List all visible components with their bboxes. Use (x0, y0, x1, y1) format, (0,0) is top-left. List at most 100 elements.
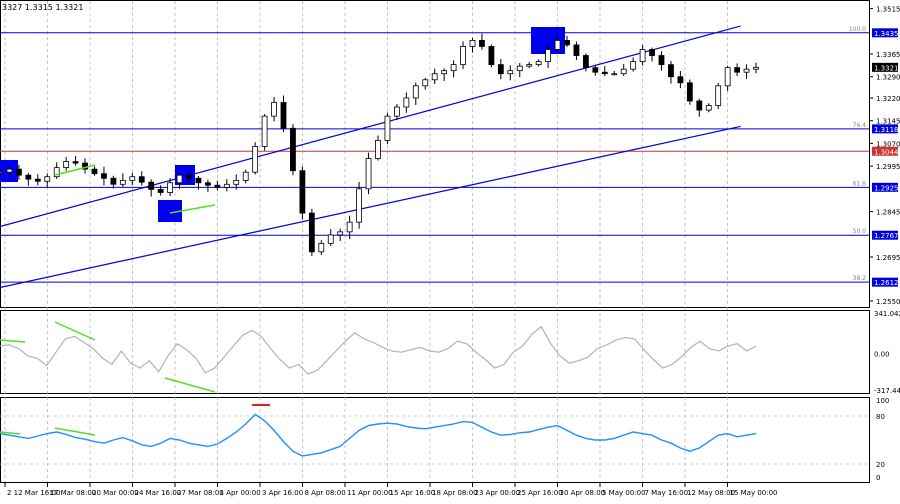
candle-body (724, 67, 731, 87)
x-tick-label: 30 Apr 08:00 (560, 489, 606, 497)
candle-body (308, 212, 315, 253)
candle-body (431, 73, 438, 81)
rsi-tick-label: 0 (876, 474, 880, 482)
header-readout: 3327 1.3315 1.3321 (2, 3, 83, 12)
candle-body (620, 68, 627, 75)
rsi-tick-label: 80 (876, 413, 885, 421)
divergence-line (164, 377, 216, 393)
x-tick-label: 20 Mar 00:00 (92, 489, 139, 497)
x-tick-label: 25 Apr 16:00 (517, 489, 563, 497)
x-tick-label: 24 Mar 16:00 (135, 489, 182, 497)
candle-body (375, 139, 381, 159)
candle-body (450, 64, 457, 72)
x-tick-label: 12 May 08:00 (687, 489, 735, 497)
level-price-value: 1.3044 (874, 148, 899, 156)
main-panel-frame (0, 0, 870, 308)
candle-body (696, 100, 703, 111)
vertical-grid (4, 1, 728, 482)
candle-body (195, 177, 202, 184)
candle-body (422, 79, 429, 87)
trend-channel (0, 25, 741, 289)
candle-body (318, 242, 325, 253)
candle-body (686, 82, 693, 102)
candle-body (668, 64, 674, 78)
x-tick-label: 15 Apr 16:00 (390, 489, 436, 497)
cci-tick-label: -317.444 (874, 387, 900, 395)
channel-line (0, 125, 741, 289)
candle-body (460, 46, 466, 66)
level-price-value: 1.2767 (874, 232, 899, 240)
divergence-line (54, 164, 96, 176)
candle-body (204, 182, 211, 186)
candle-body (601, 71, 608, 75)
candle-body (280, 102, 287, 129)
x-tick-label: 17 Mar 08:00 (50, 489, 97, 497)
candle-body (441, 70, 448, 75)
y-tick-label: 1.3220 (876, 95, 900, 103)
cci-tick-label: 341.0423 (874, 310, 900, 318)
level-price-value: 1.2925 (874, 184, 899, 192)
candle-body (554, 39, 561, 50)
candle-body (290, 127, 296, 172)
candle-body (53, 167, 60, 178)
x-tick-label: 1 Apr 00:00 (220, 489, 261, 497)
candle-body (91, 168, 98, 175)
candle-body (0, 171, 3, 174)
candle-body (34, 178, 41, 182)
candle-body (412, 85, 419, 99)
rsi-tick-label: 100 (876, 397, 889, 405)
candle-body (129, 176, 136, 181)
candle-body (677, 76, 684, 84)
x-tick-label: 5 May 00:00 (602, 489, 646, 497)
level-percent-label: 50.0 (853, 228, 867, 235)
price-axis: 1.3435 1.3118 1.3044 1.2925 1.2767 1.2612 1.35… (869, 6, 900, 482)
y-tick-label: 1.2550 (876, 298, 900, 306)
candle-body (101, 173, 107, 179)
candle-body (110, 177, 117, 185)
candle-body (15, 168, 22, 176)
price-chart-window[interactable]: 100.0 76.4 61.8 50.0 38.2 1.3435 1.3118 1.3044… (0, 0, 900, 500)
candle-body (639, 49, 646, 62)
level-percent-label: 38.2 (853, 275, 867, 282)
candle-body (535, 61, 542, 66)
y-tick-label: 1.3145 (876, 118, 900, 126)
x-tick-label: 23 Apr 00:00 (475, 489, 521, 497)
x-tick-label: 8 Apr 08:00 (305, 489, 346, 497)
candle-body (469, 39, 476, 47)
level-percent-label: 100.0 (849, 26, 866, 33)
candle-body (564, 39, 570, 46)
candle-body (138, 176, 145, 183)
candle-body (649, 49, 655, 56)
candle-body (233, 179, 240, 185)
rsi-tick-label: 20 (876, 461, 885, 469)
candle-body (271, 102, 277, 117)
candle-body (658, 55, 665, 66)
candle-body (167, 182, 174, 193)
x-tick-label: 11 Apr 00:00 (347, 489, 393, 497)
candle-body (337, 231, 344, 236)
candle-body (44, 176, 51, 182)
x-tick-label: 15 May 00:00 (730, 489, 778, 497)
candle-body (214, 184, 221, 188)
candle-body (6, 168, 13, 173)
level-percent-label: 76.4 (853, 122, 867, 129)
time-axis: 2 12 Mar 16:0017 Mar 08:0020 Mar 00:0024… (4, 483, 778, 497)
candle-body (497, 64, 504, 75)
y-tick-label: 1.3365 (876, 51, 900, 59)
level-price-value: 1.3435 (874, 30, 899, 38)
chart-canvas[interactable]: 100.0 76.4 61.8 50.0 38.2 1.3435 1.3118 1.3044… (0, 0, 900, 500)
candle-body (611, 73, 618, 76)
candle-body (403, 97, 410, 108)
level-price-value: 1.2612 (874, 279, 899, 287)
candle-body (630, 61, 637, 70)
candle-body (479, 39, 485, 47)
candle-body (384, 115, 391, 141)
x-tick-label: 3 Apr 16:00 (262, 489, 303, 497)
x-tick-label: 18 Apr 08:00 (432, 489, 478, 497)
candle-body (516, 65, 523, 72)
cci-tick-label: 0.00 (874, 350, 890, 358)
candle-body (705, 105, 712, 111)
candle-body (157, 189, 164, 193)
x-tick-label: 27 Mar 08:00 (177, 489, 224, 497)
y-tick-label: 1.2845 (876, 209, 900, 217)
